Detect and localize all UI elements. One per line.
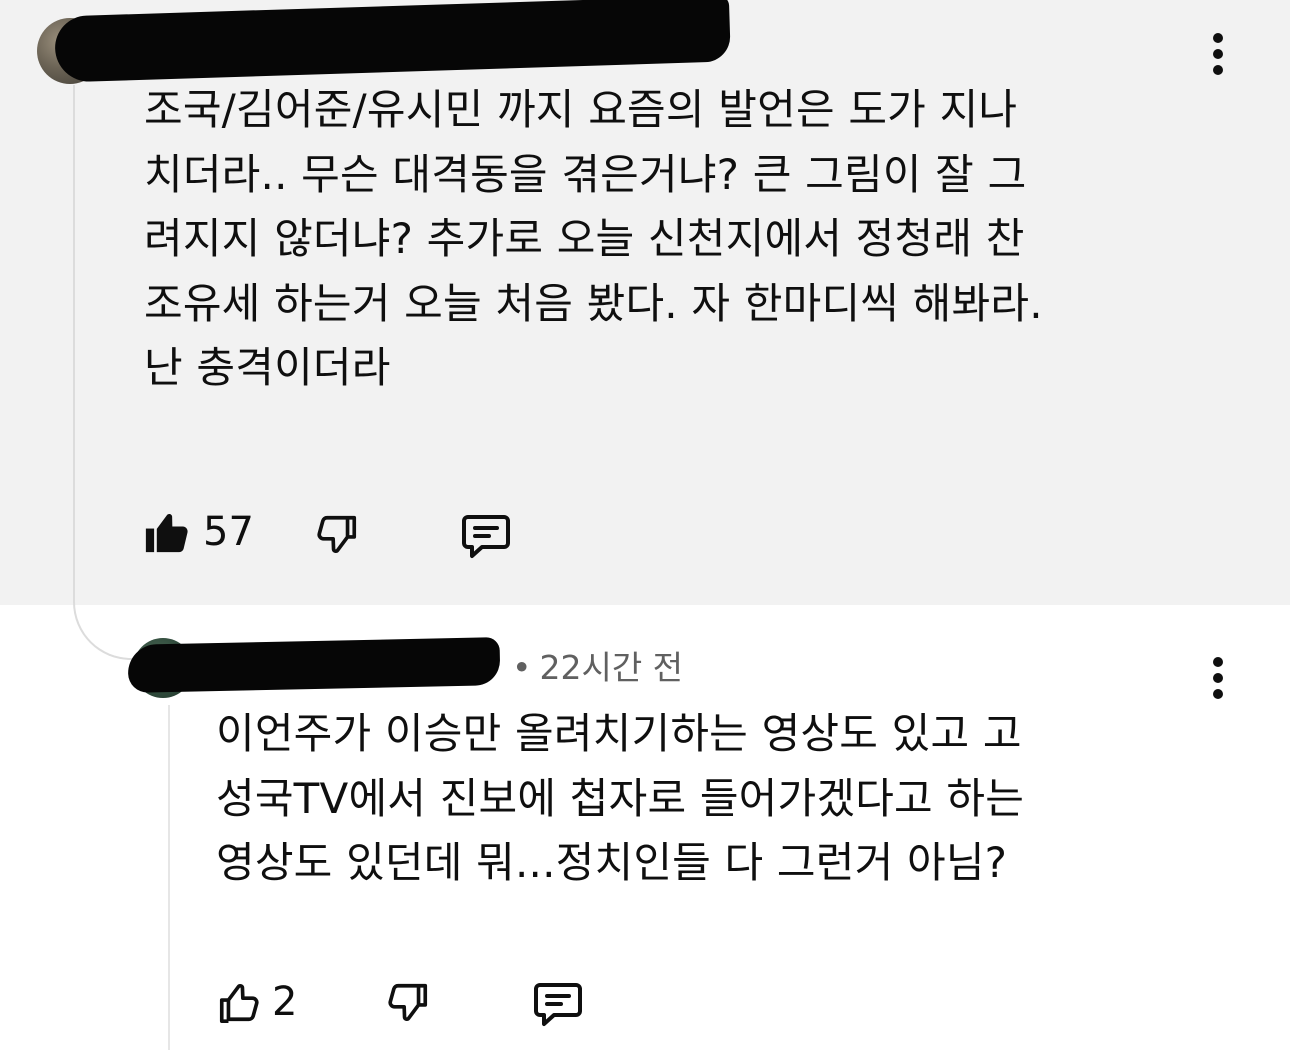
more-vert-icon	[1213, 657, 1223, 667]
reply-reply-button[interactable]	[532, 980, 584, 1028]
parent-comment-text: 조국/김어준/유시민 까지 요즘의 발언은 도가 지나 치더라.. 무슨 대격동…	[144, 85, 1043, 392]
reply-more-options-button[interactable]	[1206, 654, 1230, 702]
thread-connector-line	[73, 85, 135, 660]
more-vert-icon	[1213, 33, 1223, 43]
thumb-up-icon	[145, 513, 188, 553]
reply-like-button[interactable]: 2	[216, 978, 297, 1026]
reply-like-count: 2	[272, 979, 298, 1025]
reply-dislike-button[interactable]	[385, 980, 431, 1026]
redacted-reply-username	[127, 637, 501, 693]
parent-like-count: 57	[203, 509, 254, 555]
parent-dislike-button[interactable]	[314, 512, 360, 558]
reply-timestamp: 22시간 전	[539, 648, 684, 687]
meta-separator: •	[512, 648, 532, 687]
reply-comment-text: 이언주가 이승만 올려치기하는 영상도 있고 고 성국TV에서 진보에 첩자로 …	[216, 709, 1025, 887]
thumb-up-icon	[219, 983, 259, 1023]
comment-icon	[462, 515, 510, 558]
parent-like-button[interactable]: 57	[143, 508, 254, 556]
reply-thread-rail	[168, 705, 170, 1050]
parent-more-options-button[interactable]	[1206, 30, 1230, 78]
thumb-down-icon	[388, 983, 428, 1022]
comment-icon	[534, 983, 582, 1026]
reply-meta: • 22시간 전	[508, 646, 683, 690]
thumb-down-icon	[317, 515, 357, 554]
parent-reply-button[interactable]	[460, 512, 512, 560]
